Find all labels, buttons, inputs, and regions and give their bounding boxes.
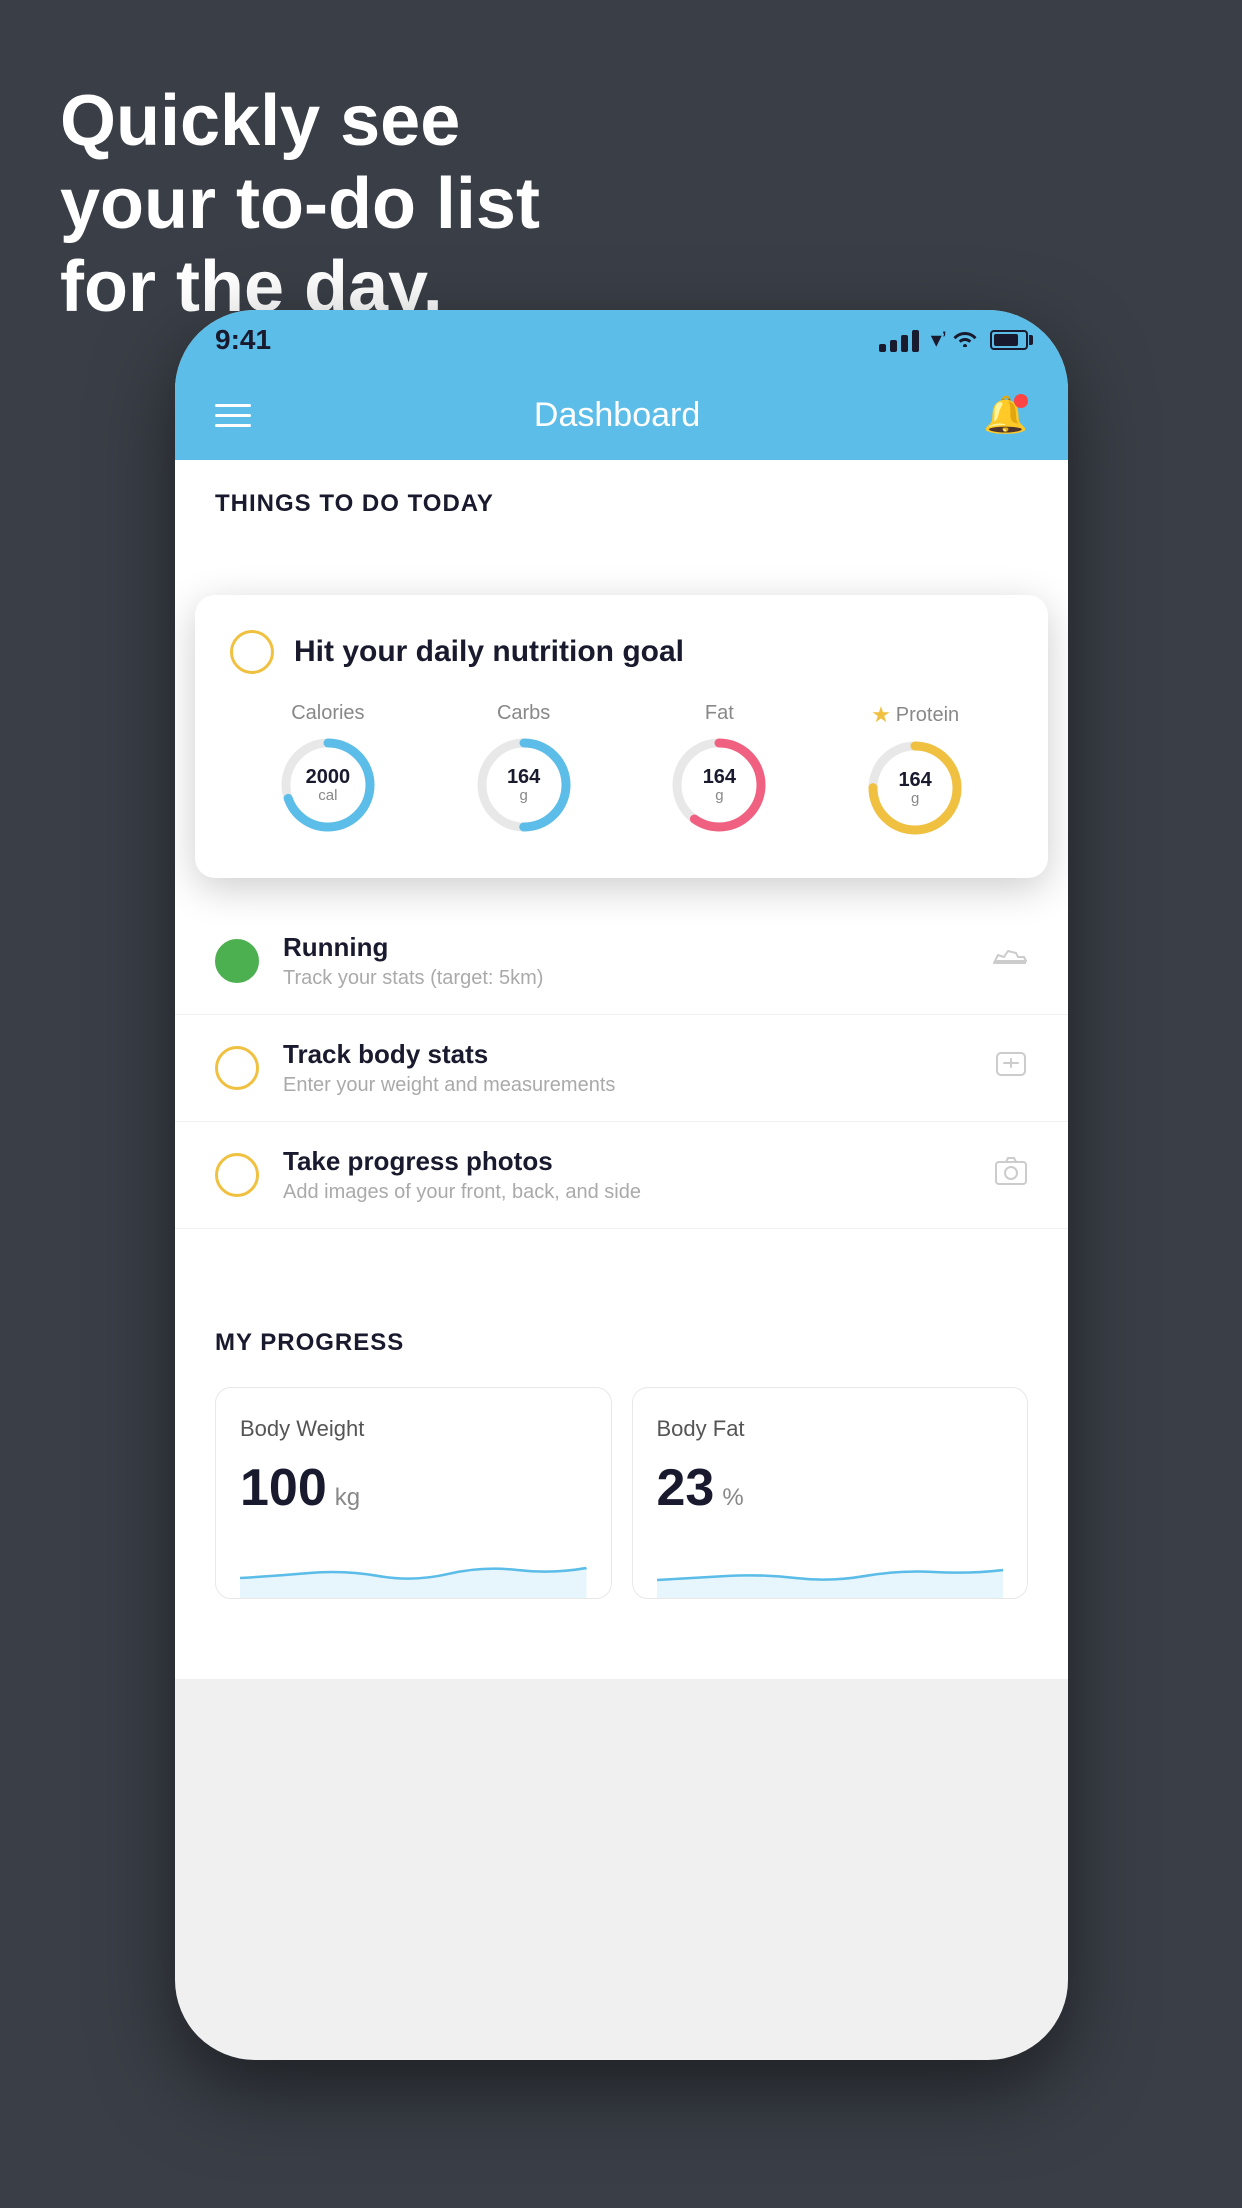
list-item[interactable]: Take progress photos Add images of your … bbox=[175, 1122, 1068, 1229]
battery-icon bbox=[990, 330, 1028, 350]
app-header: Dashboard 🔔 bbox=[175, 370, 1068, 460]
hamburger-button[interactable] bbox=[215, 404, 251, 427]
phone-content: THINGS TO DO TODAY Running Track your st… bbox=[175, 460, 1068, 1679]
todo-subtitle: Add images of your front, back, and side bbox=[283, 1181, 970, 1204]
protein-unit: g bbox=[898, 791, 931, 808]
calories-value: 2000 bbox=[306, 766, 351, 788]
notification-bell-button[interactable]: 🔔 bbox=[983, 394, 1028, 436]
phone-mockup: 9:41 ▾’ Dashboard 🔔 THINGS TO DO TODAY bbox=[175, 310, 1068, 2060]
todo-title: Take progress photos bbox=[283, 1146, 970, 1177]
todo-text-body-stats: Track body stats Enter your weight and m… bbox=[283, 1039, 970, 1097]
scale-icon bbox=[994, 1047, 1028, 1089]
carbs-center: 164 g bbox=[507, 766, 540, 805]
body-fat-value: 23 bbox=[657, 1458, 715, 1518]
protein-donut: 164 g bbox=[865, 738, 965, 838]
progress-cards: Body Weight 100 kg Body Fat bbox=[215, 1387, 1028, 1599]
todo-checkbox-complete[interactable] bbox=[215, 939, 259, 983]
nutrition-task-title: Hit your daily nutrition goal bbox=[294, 635, 684, 669]
notification-dot bbox=[1014, 394, 1028, 408]
fat-center: 164 g bbox=[703, 766, 736, 805]
todo-subtitle: Track your stats (target: 5km) bbox=[283, 967, 968, 990]
headline-line1: Quickly see bbox=[60, 80, 540, 163]
fat-donut: 164 g bbox=[669, 735, 769, 835]
list-item[interactable]: Track body stats Enter your weight and m… bbox=[175, 1015, 1068, 1122]
calories-label: Calories bbox=[291, 702, 364, 725]
carbs-unit: g bbox=[507, 788, 540, 805]
protein-center: 164 g bbox=[898, 769, 931, 808]
header-title: Dashboard bbox=[534, 396, 700, 435]
body-fat-unit: % bbox=[722, 1484, 743, 1512]
fat-label: Fat bbox=[705, 702, 734, 725]
body-weight-sparkline bbox=[240, 1538, 587, 1598]
body-weight-value-row: 100 kg bbox=[240, 1458, 587, 1518]
todo-checkbox-photos[interactable] bbox=[215, 1153, 259, 1197]
body-weight-title: Body Weight bbox=[240, 1416, 587, 1442]
nutrition-stats: Calories 2000 cal Carbs bbox=[230, 702, 1013, 838]
signal-icon bbox=[879, 328, 919, 352]
protein-label: Protein bbox=[896, 704, 959, 727]
todo-text-running: Running Track your stats (target: 5km) bbox=[283, 932, 968, 990]
stat-col-carbs: Carbs 164 g bbox=[474, 702, 574, 835]
stat-col-calories: Calories 2000 cal bbox=[278, 702, 378, 835]
todo-checkbox-incomplete[interactable] bbox=[215, 1046, 259, 1090]
calories-unit: cal bbox=[306, 788, 351, 805]
wifi-icon: ▾’ bbox=[931, 327, 978, 353]
status-time: 9:41 bbox=[215, 324, 271, 356]
protein-value: 164 bbox=[898, 769, 931, 791]
calories-center: 2000 cal bbox=[306, 766, 351, 805]
carbs-label: Carbs bbox=[497, 702, 550, 725]
carbs-value: 164 bbox=[507, 766, 540, 788]
fat-value: 164 bbox=[703, 766, 736, 788]
things-to-do-header: THINGS TO DO TODAY bbox=[175, 460, 1068, 538]
bottom-padding bbox=[175, 1599, 1068, 1679]
calories-donut: 2000 cal bbox=[278, 735, 378, 835]
status-icons: ▾’ bbox=[879, 327, 1028, 353]
carbs-donut: 164 g bbox=[474, 735, 574, 835]
body-weight-value: 100 bbox=[240, 1458, 327, 1518]
body-fat-value-row: 23 % bbox=[657, 1458, 1004, 1518]
fat-unit: g bbox=[703, 788, 736, 805]
body-weight-unit: kg bbox=[335, 1484, 360, 1512]
headline: Quickly see your to-do list for the day. bbox=[60, 80, 540, 328]
body-fat-sparkline bbox=[657, 1538, 1004, 1598]
todo-text-photos: Take progress photos Add images of your … bbox=[283, 1146, 970, 1204]
progress-section: MY PROGRESS Body Weight 100 kg bbox=[175, 1289, 1068, 1599]
progress-title: MY PROGRESS bbox=[215, 1329, 1028, 1357]
nutrition-task-row: Hit your daily nutrition goal bbox=[230, 630, 1013, 674]
body-weight-card[interactable]: Body Weight 100 kg bbox=[215, 1387, 612, 1599]
headline-line2: your to-do list bbox=[60, 163, 540, 246]
shoe-icon bbox=[992, 943, 1028, 979]
stat-col-protein: ★ Protein 164 g bbox=[865, 702, 965, 838]
nutrition-checkbox[interactable] bbox=[230, 630, 274, 674]
body-fat-card[interactable]: Body Fat 23 % bbox=[632, 1387, 1029, 1599]
protein-label-row: ★ Protein bbox=[871, 702, 959, 728]
photo-icon bbox=[994, 1156, 1028, 1194]
todo-subtitle: Enter your weight and measurements bbox=[283, 1074, 970, 1097]
protein-star-icon: ★ bbox=[871, 702, 891, 728]
floating-nutrition-card: Hit your daily nutrition goal Calories 2… bbox=[195, 595, 1048, 878]
status-bar: 9:41 ▾’ bbox=[175, 310, 1068, 370]
stat-col-fat: Fat 164 g bbox=[669, 702, 769, 835]
todo-title: Running bbox=[283, 932, 968, 963]
todo-title: Track body stats bbox=[283, 1039, 970, 1070]
body-fat-title: Body Fat bbox=[657, 1416, 1004, 1442]
list-item[interactable]: Running Track your stats (target: 5km) bbox=[175, 908, 1068, 1015]
